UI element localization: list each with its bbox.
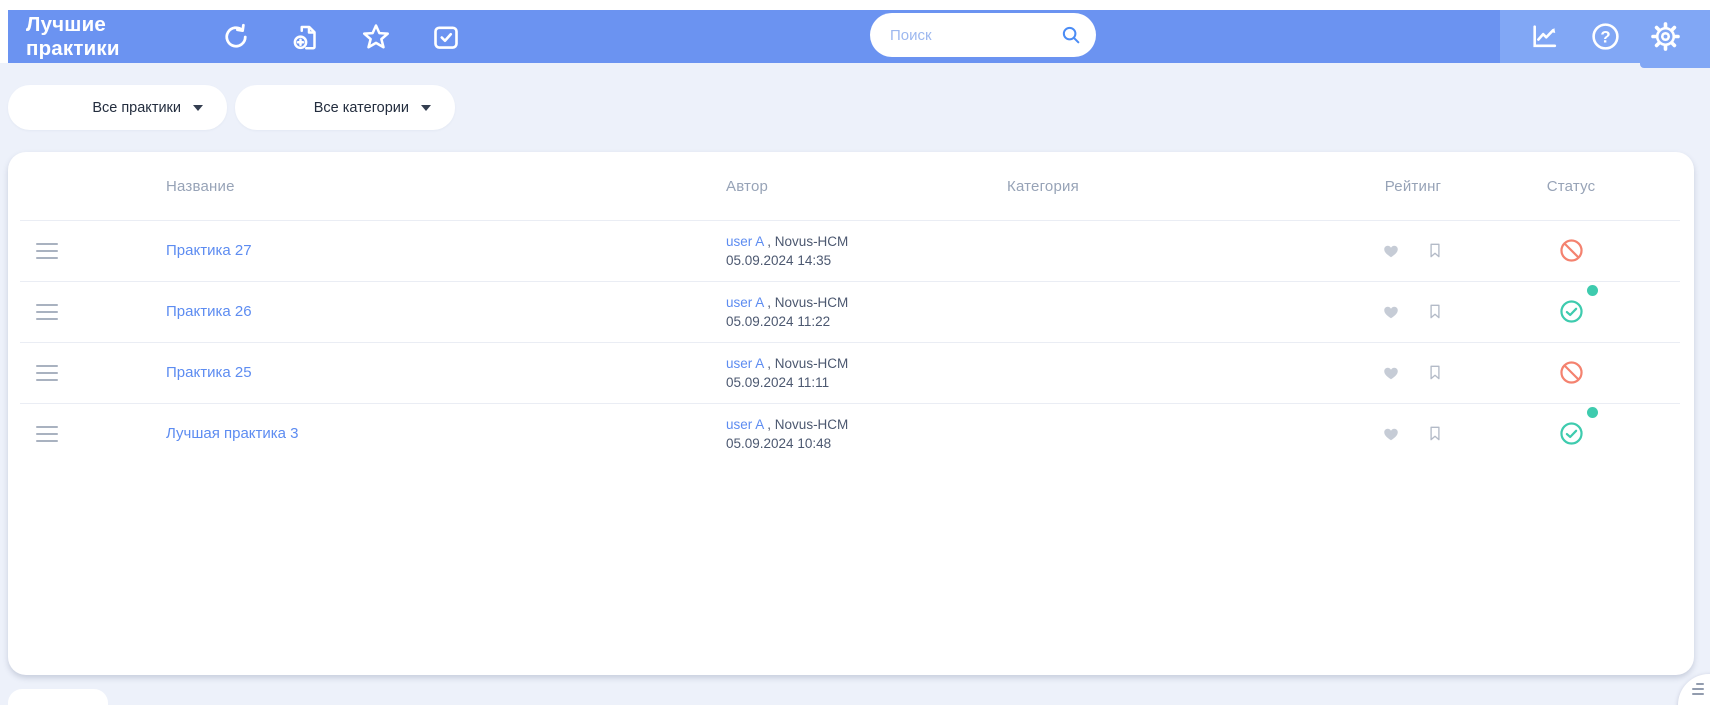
practice-link[interactable]: Практика 27 [166,242,252,259]
author-user-link[interactable]: user A [726,295,764,310]
refresh-icon[interactable] [220,21,252,53]
author-org: , Novus-HCM [767,234,849,249]
practices-filter-dropdown[interactable]: Все практики [8,85,227,130]
like-heart-icon[interactable] [1382,242,1400,260]
search-input[interactable] [888,25,1052,45]
practices-table-card: Название Автор Категория Рейтинг Статус … [8,152,1694,675]
check-circle-icon [1558,298,1585,325]
status-new-dot [1586,285,1598,296]
drag-handle-icon[interactable] [36,425,58,442]
status-badge [1558,285,1598,325]
categories-filter-label: Все категории [313,99,409,116]
column-header-name: Название [166,177,235,195]
practice-link[interactable]: Лучшая практика 3 [166,425,299,442]
bookmark-icon[interactable] [1426,424,1444,443]
analytics-chart-icon[interactable] [1529,21,1561,53]
bottom-pill-button[interactable] [8,689,108,705]
favorites-star-icon[interactable] [360,21,392,53]
chevron-down-icon [193,104,203,111]
author-date: 05.09.2024 14:35 [726,253,832,268]
add-practice-icon[interactable] [290,21,322,53]
like-heart-icon[interactable] [1382,364,1400,382]
page-title: Лучшие практики [26,12,120,60]
status-badge [1558,407,1598,447]
settings-gear-icon[interactable] [1650,21,1682,53]
table-row: Лучшая практика 3 user A , Novus-HCM 05.… [8,403,1694,464]
author-user-link[interactable]: user A [726,356,764,371]
list-icon [1692,683,1704,695]
author-user-link[interactable]: user A [726,234,764,249]
chevron-down-icon [421,104,431,111]
bookmark-icon[interactable] [1426,302,1444,321]
bookmark-icon[interactable] [1426,241,1444,260]
author-org: , Novus-HCM [767,356,849,371]
moderation-folder-icon[interactable] [430,21,462,53]
help-icon[interactable] [1589,21,1621,53]
author-org: , Novus-HCM [767,295,849,310]
practice-link[interactable]: Практика 25 [166,364,252,381]
column-header-rating: Рейтинг [1384,177,1442,195]
top-bar-right-tab [1640,63,1710,68]
like-heart-icon[interactable] [1382,425,1400,443]
column-header-category: Категория [1007,177,1079,195]
table-row: Практика 25 user A , Novus-HCM 05.09.202… [8,342,1694,403]
bookmark-icon[interactable] [1426,363,1444,382]
drag-handle-icon[interactable] [36,364,58,381]
categories-filter-dropdown[interactable]: Все категории [235,85,455,130]
check-circle-icon [1558,420,1585,447]
status-new-dot [1586,407,1598,418]
search-bar [870,13,1096,57]
table-row: Практика 26 user A , Novus-HCM 05.09.202… [8,281,1694,342]
prohibition-circle-icon [1558,237,1585,264]
drag-handle-icon[interactable] [36,242,58,259]
column-header-author: Автор [726,177,769,195]
search-icon[interactable] [1058,22,1084,48]
author-date: 05.09.2024 10:48 [726,436,832,451]
toolbar [220,21,462,53]
practices-filter-label: Все практики [92,99,181,116]
top-bar-right-panel [1500,10,1710,63]
author-date: 05.09.2024 11:11 [726,375,830,390]
like-heart-icon[interactable] [1382,303,1400,321]
top-bar: Лучшие практики [8,10,1500,63]
author-org: , Novus-HCM [767,417,849,432]
status-badge [1558,359,1585,386]
practice-link[interactable]: Практика 26 [166,303,252,320]
drag-handle-icon[interactable] [36,303,58,320]
author-date: 05.09.2024 11:22 [726,314,831,329]
table-header-row: Название Автор Категория Рейтинг Статус [8,152,1694,220]
author-user-link[interactable]: user A [726,417,764,432]
status-badge [1558,237,1585,264]
column-header-status: Статус [1546,177,1596,195]
best-practices-app: Лучшие практики Все практики Все категор… [0,0,1710,705]
table-row: Практика 27 user A , Novus-HCM 05.09.202… [8,220,1694,281]
prohibition-circle-icon [1558,359,1585,386]
